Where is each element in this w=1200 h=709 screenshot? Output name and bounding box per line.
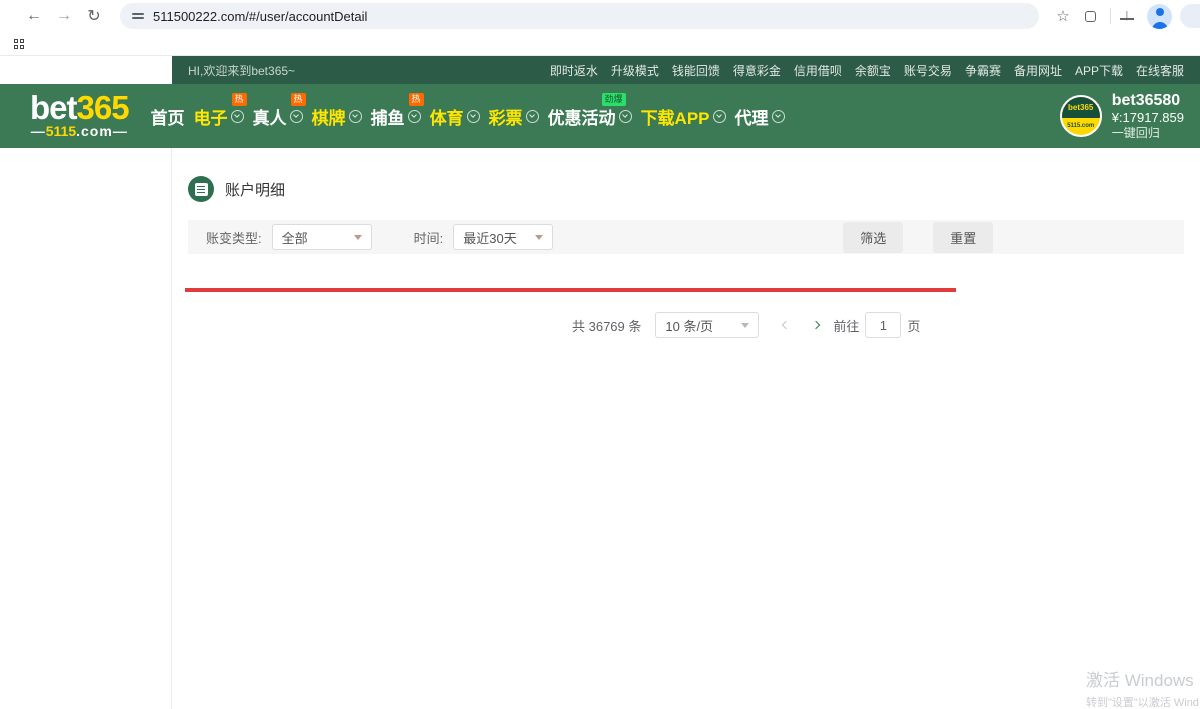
balance: ¥:17917.859: [1112, 110, 1184, 126]
topbar: HI,欢迎来到bet365~ 即时返水升级模式钱能回馈得意彩金信用借呗余额宝账号…: [0, 56, 1200, 84]
table-header: [188, 264, 953, 288]
extensions-icon[interactable]: [1085, 11, 1096, 22]
side-panel-pill[interactable]: [1180, 4, 1200, 28]
hot-badge: 热: [232, 93, 247, 106]
content: 账户明细 账变类型: 全部 时间: 最近30天 筛选 重置 共 36769 条 …: [172, 148, 1200, 709]
nav-item-首页[interactable]: 首页: [151, 104, 185, 129]
page-title-row: 账户明细: [188, 176, 1200, 202]
account-detail-icon: [188, 176, 214, 202]
topbar-link[interactable]: 即时返水: [550, 62, 598, 79]
annotation-red-box: [185, 288, 956, 292]
topbar-link[interactable]: 得意彩金: [733, 62, 781, 79]
topbar-link[interactable]: 钱能回馈: [672, 62, 720, 79]
total-count: 共 36769 条: [572, 316, 641, 335]
site-logo[interactable]: bet365 —5115.com—: [30, 93, 129, 139]
goto-suffix: 页: [907, 316, 920, 335]
topbar-link[interactable]: APP下载: [1075, 62, 1123, 79]
topbar-link[interactable]: 信用借呗: [794, 62, 842, 79]
bookmark-star-icon[interactable]: ☆: [1051, 7, 1075, 25]
logo-domain: —5115.com—: [30, 123, 129, 139]
nav-item-电子[interactable]: 电子热: [194, 104, 244, 129]
toolbar-divider: [1110, 8, 1111, 24]
topbar-link[interactable]: 余额宝: [855, 62, 891, 79]
nav-item-彩票[interactable]: 彩票: [489, 104, 539, 129]
sidebar: [0, 148, 172, 709]
address-bar[interactable]: 511500222.com/#/user/accountDetail: [120, 3, 1039, 29]
nav-item-代理[interactable]: 代理: [735, 104, 785, 129]
nav-item-优惠活动[interactable]: 优惠活动劲爆: [548, 104, 632, 129]
chevron-down-icon: [713, 110, 726, 123]
time-filter-select[interactable]: 最近30天: [453, 224, 553, 250]
hot-badge: 热: [409, 93, 424, 106]
page-title: 账户明细: [225, 179, 285, 200]
logo-text: bet365: [30, 93, 129, 123]
chevron-down-icon: [619, 110, 632, 123]
topbar-link[interactable]: 在线客服: [1136, 62, 1184, 79]
main-nav: 首页电子热真人热棋牌捕鱼热体育彩票优惠活动劲爆下载APP 代理: [151, 104, 785, 129]
chevron-down-icon: [408, 110, 421, 123]
prev-page-button[interactable]: [775, 312, 797, 338]
topbar-link[interactable]: 升级模式: [611, 62, 659, 79]
one-key-return-link[interactable]: 一键回归: [1112, 126, 1184, 141]
reset-button[interactable]: 重置: [933, 222, 993, 253]
chevron-down-icon: [231, 110, 244, 123]
url-text: 511500222.com/#/user/accountDetail: [153, 9, 367, 24]
badge-logo-top: bet365: [1062, 97, 1100, 118]
apps-grid-icon[interactable]: [14, 39, 24, 49]
topbar-link[interactable]: 备用网址: [1014, 62, 1062, 79]
type-filter-select[interactable]: 全部: [272, 224, 372, 250]
chevron-down-icon: [290, 110, 303, 123]
browser-forward-button[interactable]: →: [52, 7, 76, 25]
profile-avatar[interactable]: [1147, 4, 1172, 29]
chevron-down-icon: [467, 110, 480, 123]
type-filter-label: 账变类型:: [206, 228, 262, 247]
nav-item-体育[interactable]: 体育: [430, 104, 480, 129]
transactions-table: [188, 264, 953, 288]
page-body: 账户明细 账变类型: 全部 时间: 最近30天 筛选 重置 共 36769 条 …: [0, 148, 1200, 709]
downloads-icon[interactable]: ↓: [1115, 7, 1139, 25]
pagination: 共 36769 条 10 条/页 前往 页: [572, 312, 1200, 338]
badge-logo-bottom: 5115.com: [1062, 118, 1100, 135]
site-settings-icon[interactable]: [132, 10, 144, 22]
nav-item-下载APP[interactable]: 下载APP: [641, 104, 726, 129]
username: bet36580: [1112, 92, 1184, 110]
chevron-down-icon: [772, 110, 785, 123]
hot-badge: 热: [291, 93, 306, 106]
site-badge-logo: bet365 5115.com: [1060, 95, 1102, 137]
nav-item-棋牌[interactable]: 棋牌: [312, 104, 362, 129]
account-info: bet36580 ¥:17917.859 一键回归: [1112, 92, 1184, 141]
chevron-down-icon: [349, 110, 362, 123]
caret-down-icon: [741, 323, 749, 328]
next-page-button[interactable]: [805, 312, 827, 338]
page-size-value: 10 条/页: [665, 316, 713, 335]
topbar-link[interactable]: 争霸赛: [965, 62, 1001, 79]
caret-down-icon: [354, 235, 362, 240]
time-filter-value: 最近30天: [463, 228, 516, 247]
site-header: bet365 —5115.com— 首页电子热真人热棋牌捕鱼热体育彩票优惠活动劲…: [0, 84, 1200, 148]
time-filter-label: 时间:: [414, 228, 444, 247]
topbar-spacer: [0, 56, 172, 84]
chevron-down-icon: [526, 110, 539, 123]
nav-item-真人[interactable]: 真人热: [253, 104, 303, 129]
topbar-link[interactable]: 账号交易: [904, 62, 952, 79]
browser-back-button[interactable]: ←: [22, 7, 46, 25]
filter-bar: 账变类型: 全部 时间: 最近30天 筛选 重置: [188, 220, 1184, 254]
nav-item-捕鱼[interactable]: 捕鱼热: [371, 104, 421, 129]
hot-badge: 劲爆: [602, 93, 626, 106]
page-size-select[interactable]: 10 条/页: [655, 312, 759, 338]
browser-reload-button[interactable]: ↻: [82, 6, 106, 26]
goto-label: 前往: [833, 316, 859, 335]
caret-down-icon: [535, 235, 543, 240]
filter-button[interactable]: 筛选: [843, 222, 903, 253]
goto-page-input[interactable]: [865, 312, 901, 338]
topbar-links: 即时返水升级模式钱能回馈得意彩金信用借呗余额宝账号交易争霸赛备用网址 APP下载在…: [550, 62, 1184, 79]
welcome-text: HI,欢迎来到bet365~: [188, 62, 295, 79]
browser-chrome: ← → ↻ 511500222.com/#/user/accountDetail…: [0, 0, 1200, 56]
type-filter-value: 全部: [282, 228, 308, 247]
